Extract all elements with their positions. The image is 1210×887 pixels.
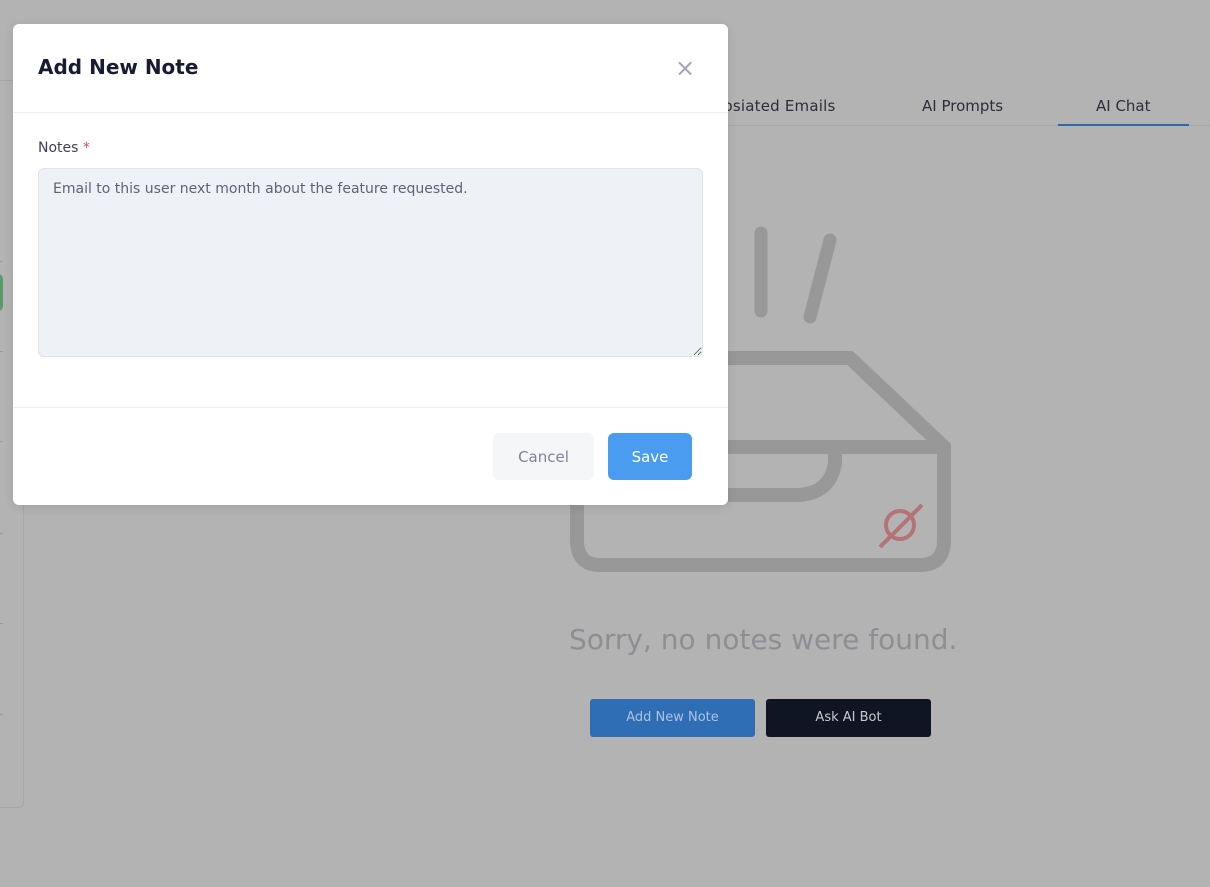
tab-ai-chat: AI Chat [1058, 97, 1188, 126]
cancel-button[interactable]: Cancel [493, 433, 594, 480]
tab-ai-prompts: AI Prompts [922, 97, 1004, 115]
modal-footer-divider [13, 407, 728, 408]
notes-textarea[interactable]: Email to this user next month about the … [38, 168, 703, 357]
green-button [0, 274, 3, 311]
save-button[interactable]: Save [608, 433, 692, 480]
divider [0, 533, 3, 534]
ask-ai-bot-button: Ask AI Bot [766, 699, 931, 737]
add-new-note-button: Add New Note [590, 699, 755, 737]
divider [0, 441, 3, 442]
required-mark: * [82, 140, 90, 156]
divider [0, 261, 3, 262]
notes-label-text: Notes [38, 140, 79, 156]
divider [0, 714, 3, 715]
close-icon[interactable]: × [675, 56, 695, 80]
divider [0, 351, 3, 352]
add-note-modal: Add New Note × Notes * Email to this use… [13, 24, 728, 505]
divider [0, 623, 3, 624]
modal-header: Add New Note × [13, 24, 728, 113]
notes-label: Notes * [38, 140, 90, 156]
empty-state-message: Sorry, no notes were found. [569, 623, 958, 656]
modal-title: Add New Note [38, 55, 199, 79]
